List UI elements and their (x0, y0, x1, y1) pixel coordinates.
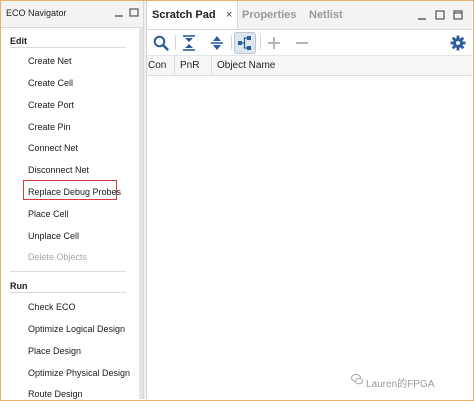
add-icon (268, 37, 280, 49)
toolbar-separator (260, 35, 261, 50)
hierarchy-icon[interactable] (234, 32, 256, 54)
table-header: Con PnR Object Name (147, 56, 472, 76)
expand-all-icon[interactable] (207, 33, 227, 53)
menu-item-place-design[interactable]: Place Design (28, 346, 81, 356)
tab-scratch-pad[interactable]: Scratch Pad × (147, 1, 238, 29)
eco-navigator-title: ECO Navigator (6, 8, 67, 18)
wechat-watermark-icon (351, 373, 363, 385)
menu-item-place-cell[interactable]: Place Cell (28, 209, 69, 219)
column-header-con[interactable]: Con (148, 56, 166, 75)
restore-icon[interactable] (435, 10, 445, 20)
watermark-text: Lauren的FPGA (366, 379, 435, 390)
toolbar-separator (175, 35, 176, 50)
menu-item-route-design[interactable]: Route Design (28, 389, 83, 399)
menu-item-replace-debug-probes[interactable]: Replace Debug Probes (28, 187, 121, 197)
column-header-object-name[interactable]: Object Name (217, 56, 275, 75)
section-run-label: Run (10, 281, 28, 291)
menu-item-connect-net[interactable]: Connect Net (28, 143, 78, 153)
eco-navigator-panel: ECO Navigator Edit Create Net Create Cel… (1, 1, 144, 399)
menu-item-optimize-logical-design[interactable]: Optimize Logical Design (28, 324, 125, 334)
restore-icon (129, 8, 139, 17)
toolbar (147, 30, 472, 56)
menu-item-unplace-cell[interactable]: Unplace Cell (28, 231, 79, 241)
menu-item-delete-objects: Delete Objects (28, 252, 88, 262)
section-divider (10, 292, 126, 293)
section-divider (10, 271, 126, 272)
minimize-icon[interactable] (417, 10, 427, 20)
tab-bar: Scratch Pad × Properties Netlist (147, 1, 472, 30)
menu-item-optimize-physical-design[interactable]: Optimize Physical Design (28, 368, 130, 378)
menu-item-create-port[interactable]: Create Port (28, 100, 74, 110)
remove-icon (296, 42, 308, 44)
panel-window-controls[interactable] (114, 7, 140, 19)
maximize-icon[interactable] (453, 10, 463, 20)
settings-icon[interactable] (448, 33, 468, 53)
section-edit-label: Edit (10, 36, 27, 46)
section-divider (10, 47, 126, 48)
close-tab-icon[interactable]: × (226, 1, 232, 29)
column-header-pnr[interactable]: PnR (180, 56, 199, 75)
toolbar-separator (231, 35, 232, 50)
menu-item-create-pin[interactable]: Create Pin (28, 122, 71, 132)
eco-navigator-header: ECO Navigator (1, 1, 143, 28)
search-icon[interactable] (151, 33, 171, 53)
collapse-all-icon[interactable] (179, 33, 199, 53)
scratch-pad-panel: Scratch Pad × Properties Netlist Con PnR… (147, 1, 472, 399)
menu-item-create-cell[interactable]: Create Cell (28, 78, 73, 88)
tab-scratch-pad-label: Scratch Pad (152, 9, 216, 21)
menu-item-create-net[interactable]: Create Net (28, 56, 72, 66)
column-divider[interactable] (211, 56, 212, 75)
tab-properties[interactable]: Properties (242, 1, 296, 29)
column-divider[interactable] (174, 56, 175, 75)
menu-item-disconnect-net[interactable]: Disconnect Net (28, 165, 89, 175)
tab-netlist[interactable]: Netlist (309, 1, 343, 29)
menu-item-check-eco[interactable]: Check ECO (28, 302, 76, 312)
